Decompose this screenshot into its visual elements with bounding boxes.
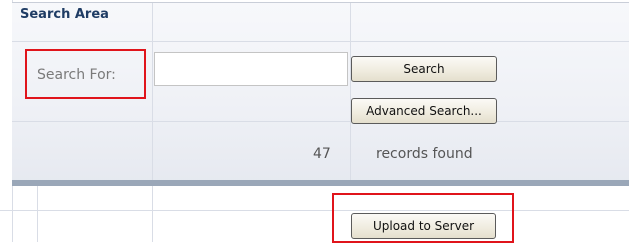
search-input[interactable] bbox=[154, 52, 348, 86]
grid-line bbox=[350, 3, 351, 181]
advanced-search-button[interactable]: Advanced Search... bbox=[351, 98, 497, 124]
grid-line bbox=[12, 41, 629, 42]
panel-bottom-bar bbox=[12, 180, 629, 186]
panel-title: Search Area bbox=[20, 7, 109, 22]
records-found-label: records found bbox=[376, 146, 473, 162]
grid-line bbox=[152, 3, 153, 181]
upload-to-server-button[interactable]: Upload to Server bbox=[351, 213, 496, 239]
grid-line bbox=[37, 186, 38, 242]
grid-line bbox=[0, 210, 629, 211]
record-count: 47 bbox=[313, 146, 331, 162]
grid-line bbox=[152, 186, 153, 242]
search-for-label: Search For: bbox=[37, 67, 116, 83]
grid-line bbox=[12, 121, 629, 122]
search-button[interactable]: Search bbox=[351, 56, 497, 82]
